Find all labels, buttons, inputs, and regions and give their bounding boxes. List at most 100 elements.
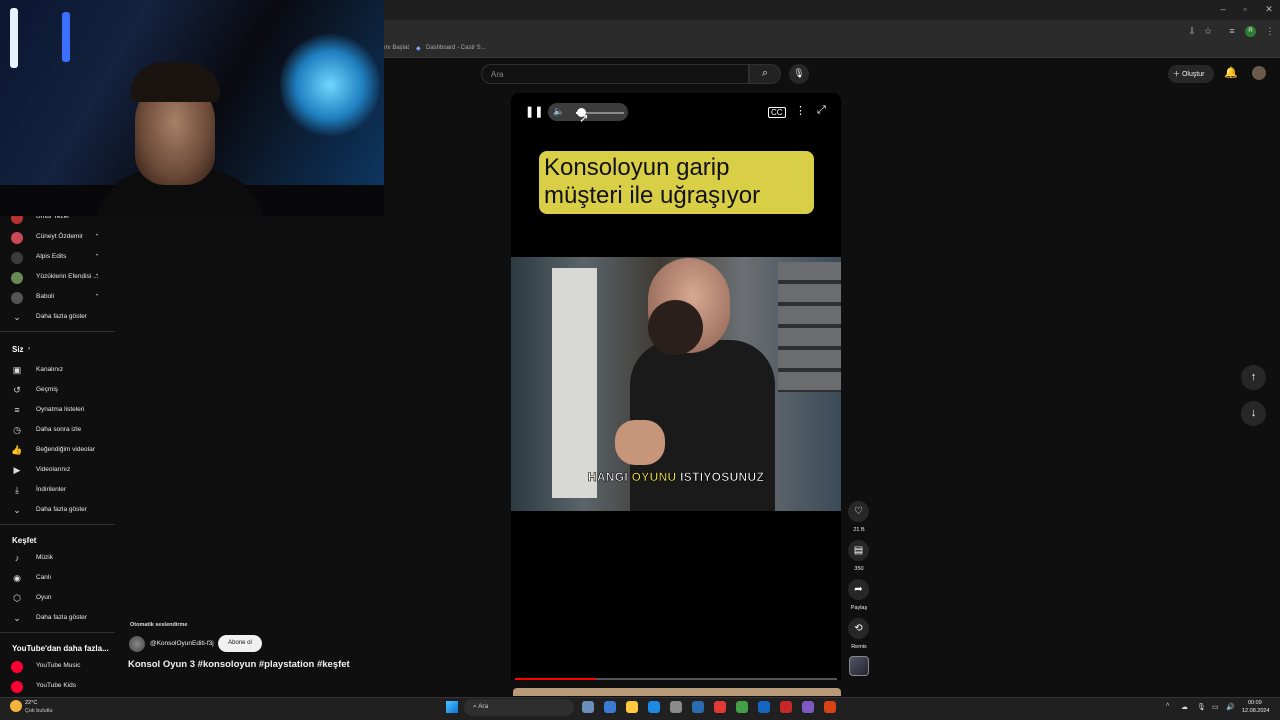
remix-button[interactable]: ⟲ <box>848 618 869 639</box>
taskbar-search[interactable]: ⌕ Ara <box>464 699 574 716</box>
start-icon[interactable] <box>446 701 458 713</box>
steam-icon[interactable] <box>758 701 770 713</box>
bell-icon[interactable]: 🔔 <box>1224 66 1238 79</box>
sidebar-item-more[interactable]: YouTube Music <box>36 662 80 669</box>
sidebar-item-subscription[interactable]: Cüneyt Özdemir <box>36 233 83 240</box>
obs-icon[interactable] <box>824 701 836 713</box>
store-icon[interactable] <box>670 701 682 713</box>
remix-icon: ⟲ <box>854 623 863 634</box>
sidebar-item-more[interactable]: YouTube Kids <box>36 682 76 689</box>
task-view-icon[interactable] <box>582 701 594 713</box>
captions-icon[interactable]: CC <box>768 107 786 118</box>
live-icon: ◉ <box>13 573 21 583</box>
create-button[interactable]: ＋ Oluştur <box>1168 65 1214 83</box>
mouse-cursor-icon: ➚ <box>579 111 590 125</box>
sidebar-item-subscription[interactable]: Baboli <box>36 293 54 300</box>
caption-line-2: müşteri ile uğraşıyor <box>544 182 761 209</box>
network-icon[interactable]: ▭ <box>1212 703 1219 711</box>
sidebar-show-more[interactable]: Daha fazla göster <box>36 313 87 320</box>
sidebar-item-explore[interactable]: Müzik <box>36 554 53 561</box>
more-options-icon[interactable]: ⋮ <box>795 104 806 117</box>
sidebar-item-you[interactable]: Videolarınız <box>36 466 70 473</box>
sidebar-show-more[interactable]: Daha fazla göster <box>36 506 87 513</box>
search-icon[interactable]: ⌕ <box>749 64 781 84</box>
subscribe-button[interactable]: Abone ol <box>218 635 262 652</box>
bookmark-start[interactable]: ını Başlat <box>384 45 409 51</box>
weather-icon[interactable] <box>10 700 22 712</box>
extensions-icon[interactable]: ≡ <box>1226 26 1238 36</box>
weather-temp[interactable]: 22°C <box>25 700 37 706</box>
install-icon[interactable]: ⇩ <box>1186 26 1198 37</box>
next-short-preview[interactable] <box>513 688 841 696</box>
comment-count: 350 <box>854 566 864 572</box>
maximize-button[interactable]: ▫ <box>1238 4 1252 14</box>
mail-icon[interactable] <box>692 701 704 713</box>
file-explorer-icon[interactable] <box>626 701 638 713</box>
download-icon: ⤓ <box>15 485 19 495</box>
sidebar-item-explore[interactable]: Canlı <box>36 574 51 581</box>
whatsapp-icon[interactable] <box>736 701 748 713</box>
tray-mic-icon[interactable]: 🎙 <box>1197 703 1206 711</box>
heart-icon: ♡ <box>854 506 863 517</box>
like-button[interactable]: ♡ <box>848 501 869 522</box>
clock-time[interactable]: 00:09 <box>1248 700 1262 706</box>
sidebar-item-subscription[interactable]: Alpis Edits <box>36 253 66 260</box>
sidebar-item-you[interactable]: Kanalınız <box>36 366 63 373</box>
webcam-overlay <box>0 0 384 216</box>
arrow-down-icon: ↓ <box>1250 407 1257 419</box>
music-icon: ♪ <box>14 553 20 563</box>
sidebar-section-explore[interactable]: Keşfet <box>12 536 36 545</box>
edge-icon[interactable] <box>648 701 660 713</box>
speaker-icon[interactable]: 🔊 <box>1226 703 1235 711</box>
channel-icon: ▣ <box>12 365 22 375</box>
video-person-hands <box>615 420 665 465</box>
video-icon: ▶ <box>13 465 21 475</box>
volume-icon[interactable]: 🔈 <box>553 106 564 117</box>
next-short-button[interactable]: ↓ <box>1241 401 1266 426</box>
progress-bar-fill <box>515 678 596 680</box>
channel-avatar[interactable] <box>129 636 145 652</box>
tray-app-icon[interactable]: ☁ <box>1181 703 1188 711</box>
share-button[interactable]: ➦ <box>848 579 869 600</box>
sound-thumbnail[interactable] <box>849 656 869 676</box>
bookmark-castr[interactable]: Dashboard - Castr S... <box>426 45 486 51</box>
search-input[interactable]: Ara <box>481 64 749 84</box>
sidebar-item-subscription[interactable]: Yüzüklerin Efendisi ... <box>36 273 99 280</box>
menu-icon[interactable]: ⋮ <box>1264 26 1276 37</box>
mic-icon[interactable]: 🎙 <box>789 64 809 84</box>
sidebar-item-you[interactable]: Beğendiğim videolar <box>36 446 95 453</box>
arrow-up-icon: ↑ <box>1250 371 1257 383</box>
discord-icon[interactable] <box>802 701 814 713</box>
sidebar-section-more[interactable]: YouTube'dan daha fazla... <box>12 644 109 653</box>
star-icon[interactable]: ☆ <box>1202 26 1214 37</box>
avatar[interactable] <box>1252 66 1266 80</box>
sidebar-item-you[interactable]: Geçmiş <box>36 386 58 393</box>
channel-avatar <box>11 292 23 304</box>
new-content-dot: • <box>96 273 99 279</box>
pause-button[interactable]: ❚❚ <box>525 105 543 118</box>
tray-chevron-icon[interactable]: ^ <box>1166 703 1169 710</box>
video-title[interactable]: Konsol Oyun 3 #konsoloyun #playstation #… <box>128 659 350 670</box>
profile-avatar[interactable]: R <box>1245 26 1256 37</box>
sidebar-item-explore[interactable]: Oyun <box>36 594 52 601</box>
sidebar-item-you[interactable]: Oynatma listeleri <box>36 406 84 413</box>
clock-date[interactable]: 12.08.2024 <box>1242 708 1270 714</box>
chrome-icon[interactable] <box>714 701 726 713</box>
sidebar-show-more[interactable]: Daha fazla göster <box>36 614 87 621</box>
close-button[interactable]: ✕ <box>1262 4 1276 15</box>
taskbar-search-label: Ara <box>478 703 489 710</box>
video-subtitle: HANGI OYUNU ISTIYOSUNUZ <box>587 470 765 485</box>
fullscreen-icon[interactable]: ⤢ <box>817 104 826 117</box>
widgets-icon[interactable] <box>604 701 616 713</box>
previous-short-button[interactable]: ↑ <box>1241 365 1266 390</box>
sidebar-item-you[interactable]: Daha sonra izle <box>36 426 81 433</box>
sidebar-item-you[interactable]: İndirilenler <box>36 486 66 493</box>
comments-button[interactable]: ▤ <box>848 540 869 561</box>
app-icon[interactable] <box>780 701 792 713</box>
new-content-dot: • <box>96 293 99 299</box>
channel-handle[interactable]: @KonsolOyunEditi-f3j <box>150 640 214 647</box>
sidebar-section-you[interactable]: Siz <box>12 345 24 354</box>
weather-desc[interactable]: Çok bulutlu <box>25 708 53 714</box>
channel-avatar <box>11 232 23 244</box>
minimize-button[interactable]: – <box>1216 4 1230 14</box>
